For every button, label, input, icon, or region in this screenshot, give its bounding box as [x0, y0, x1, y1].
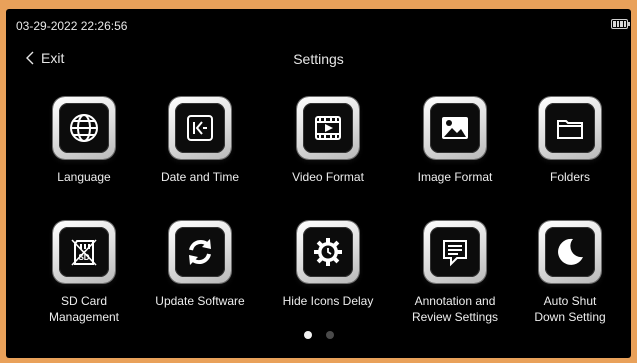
- tile-label: Update Software: [155, 294, 245, 308]
- folder-icon: [557, 120, 583, 139]
- tile-label: Folders: [549, 170, 590, 184]
- page-dot-active[interactable]: [303, 331, 312, 339]
- date-time-icon: [187, 115, 213, 141]
- tile-annotation-and-review-settings[interactable]: Annotation and Review Settings: [395, 221, 515, 341]
- tile-label: Image Format: [417, 170, 493, 184]
- image-icon: [442, 117, 468, 139]
- page-dot[interactable]: [325, 331, 334, 339]
- device-screen: 03-29-2022 22:26:56 Exit Settings Langua…: [6, 9, 631, 358]
- tile-label: Annotation and Review Settings: [411, 294, 499, 324]
- tile-update-software[interactable]: Update Software: [140, 221, 260, 341]
- tile-label: Auto Shut Down Setting: [534, 294, 606, 324]
- gear-clock-icon: [314, 238, 342, 266]
- tile-auto-shut-down-setting[interactable]: Auto Shut Down Setting: [510, 221, 630, 341]
- tile-sd-card-management[interactable]: SD SD Card Management: [24, 221, 144, 341]
- film-icon: [315, 116, 341, 140]
- sd-card-icon: SD: [71, 239, 97, 266]
- tile-label: Date and Time: [160, 170, 240, 184]
- comment-icon: [443, 240, 467, 267]
- status-datetime: 03-29-2022 22:26:56: [16, 19, 128, 33]
- tile-label: Video Format: [292, 170, 364, 184]
- tile-video-format[interactable]: Video Format: [268, 97, 388, 217]
- page-indicator: [6, 331, 631, 339]
- refresh-icon: [189, 239, 211, 265]
- tile-label: SD Card Management: [48, 294, 120, 324]
- tile-language[interactable]: Language: [24, 97, 144, 217]
- tile-label: Hide Icons Delay: [282, 294, 374, 308]
- tile-hide-icons-delay[interactable]: Hide Icons Delay: [268, 221, 388, 341]
- moon-icon: [558, 238, 583, 265]
- tile-folders[interactable]: Folders: [510, 97, 630, 217]
- tile-label: Language: [57, 170, 111, 184]
- page-title: Settings: [293, 51, 344, 67]
- tile-image-format[interactable]: Image Format: [395, 97, 515, 217]
- tile-date-and-time[interactable]: Date and Time: [140, 97, 260, 217]
- globe-icon: [70, 114, 98, 142]
- battery-full-icon: [611, 19, 630, 29]
